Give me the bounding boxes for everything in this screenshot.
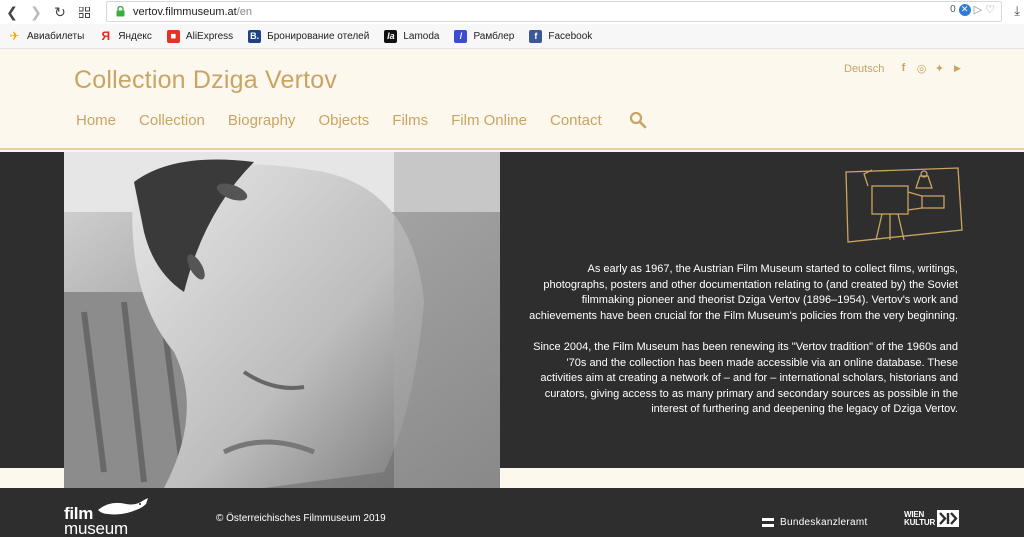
bookmark-heart-icon[interactable]: ♡ — [985, 3, 995, 16]
fish-logo-icon — [98, 498, 148, 515]
nav-home[interactable]: Home — [76, 112, 116, 129]
bookmark-item[interactable]: ✈ Авиабилеты — [8, 29, 85, 43]
lamoda-icon: la — [384, 29, 398, 43]
bookmark-label: Бронирование отелей — [267, 30, 370, 42]
instagram-icon[interactable]: ◎ — [916, 62, 927, 75]
hero-gap — [500, 468, 1024, 488]
site-title[interactable]: Collection Dziga Vertov — [74, 66, 337, 95]
plane-icon: ✈ — [9, 29, 20, 43]
intro-text: As early as 1967, the Austrian Film Muse… — [528, 262, 958, 418]
nav-films[interactable]: Films — [392, 112, 428, 129]
filmmuseum-logo[interactable]: film museum — [64, 496, 154, 537]
copyright-text: © Österreichisches Filmmuseum 2019 — [216, 513, 386, 524]
hero-gap-left — [0, 468, 64, 488]
tabs-grid-icon[interactable] — [72, 0, 96, 24]
forward-icon[interactable]: ❯ — [24, 0, 48, 24]
social-links: f ◎ ✦ ▶ — [898, 62, 963, 75]
reload-icon[interactable]: ↻ — [48, 0, 72, 24]
ad-block-icon[interactable]: ✕ — [958, 3, 971, 16]
vertov-portrait-photo — [64, 152, 500, 488]
bka-flag-icon — [762, 518, 774, 527]
yandex-icon: Я — [101, 29, 111, 43]
bookmark-label: Lamoda — [403, 30, 440, 42]
camera-sketch-illustration — [842, 166, 964, 246]
facebook-icon: f — [529, 29, 543, 43]
youtube-icon[interactable]: ▶ — [952, 62, 963, 74]
booking-icon: B. — [248, 29, 262, 43]
bookmark-label: Яндекс — [118, 30, 152, 42]
bookmark-item[interactable]: / Рамблер — [454, 29, 515, 43]
bundeskanzleramt-label: Bundeskanzleramt — [780, 517, 868, 528]
facebook-icon[interactable]: f — [898, 62, 909, 74]
language-switch-link[interactable]: Deutsch — [844, 63, 884, 75]
twitter-icon[interactable]: ✦ — [934, 62, 945, 75]
site-header: Collection Dziga Vertov Deutsch f ◎ ✦ ▶ … — [0, 50, 1024, 150]
bookmarks-bar: ✈ Авиабилеты Я Яндекс ◼ AliExpress B. Бронир… — [0, 24, 1024, 49]
intro-paragraph-1: As early as 1967, the Austrian Film Muse… — [529, 263, 958, 322]
bundeskanzleramt-logo[interactable]: Bundeskanzleramt — [762, 517, 868, 528]
bookmark-label: Рамблер — [473, 30, 515, 42]
wien-kultur-mark-icon — [937, 510, 960, 527]
wien-kultur-logo[interactable]: WIEN KULTUR — [904, 510, 960, 527]
ad-block-count: 0 — [950, 4, 956, 15]
aliexpress-icon: ◼ — [166, 29, 180, 43]
bookmark-item[interactable]: B. Бронирование отелей — [248, 29, 370, 43]
bookmark-item[interactable]: la Lamoda — [384, 29, 440, 43]
bookmark-item[interactable]: ◼ AliExpress — [166, 29, 234, 43]
bookmark-item[interactable]: Я Яндекс — [99, 29, 152, 43]
bookmark-label: AliExpress — [185, 30, 234, 42]
nav-film-online[interactable]: Film Online — [451, 112, 527, 129]
search-icon[interactable] — [629, 111, 647, 129]
address-bar[interactable]: vertov.filmmuseum.at/en 0 ✕ ▷ ♡ — [106, 1, 1002, 22]
bookmark-label: Facebook — [548, 30, 593, 42]
bookmark-label: Авиабилеты — [27, 30, 85, 42]
wien-kultur-line-2: KULTUR — [904, 517, 936, 527]
download-icon[interactable]: ⤓ — [1014, 3, 1020, 19]
nav-objects[interactable]: Objects — [318, 112, 369, 129]
lock-icon — [111, 3, 129, 21]
browser-toolbar: ❮ ❯ ↻ vertov.filmmuseum.at/en 0 ✕ ▷ ♡ ⤓ — [0, 0, 1024, 24]
wien-kultur-text: WIEN KULTUR — [904, 510, 936, 527]
bookmark-item[interactable]: f Facebook — [529, 29, 593, 43]
nav-biography[interactable]: Biography — [228, 112, 296, 129]
send-icon[interactable]: ▷ — [974, 3, 982, 16]
logo-line-2: museum — [64, 519, 128, 537]
rambler-icon: / — [454, 29, 468, 43]
nav-contact[interactable]: Contact — [550, 112, 602, 129]
intro-paragraph-2: Since 2004, the Film Museum has been ren… — [533, 341, 958, 415]
nav-collection[interactable]: Collection — [139, 112, 205, 129]
url-text: vertov.filmmuseum.at/en — [133, 5, 253, 18]
back-icon[interactable]: ❮ — [0, 0, 24, 24]
main-nav: Home Collection Biography Objects Films … — [76, 111, 647, 129]
